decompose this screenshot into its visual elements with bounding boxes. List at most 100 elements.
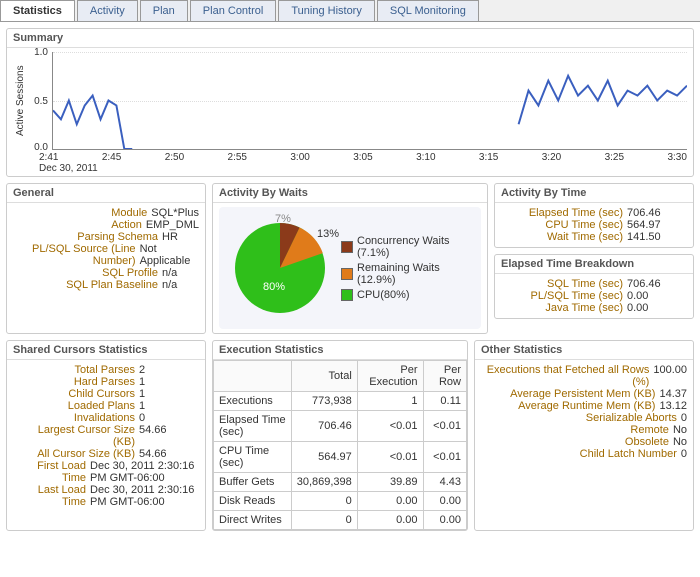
table-cell: <0.01 bbox=[423, 411, 466, 442]
kv-row: Java Time (sec)0.00 bbox=[501, 302, 687, 314]
table-cell: 706.46 bbox=[291, 411, 357, 442]
kv-label: Action bbox=[13, 219, 142, 231]
kv-label: PL/SQL Source (Line Number) bbox=[13, 243, 136, 267]
kv-label: Serializable Aborts bbox=[481, 412, 677, 424]
kv-value: 706.46 bbox=[627, 207, 661, 219]
exec-title: Execution Statistics bbox=[213, 341, 467, 360]
table-cell: Direct Writes bbox=[214, 511, 292, 530]
summary-panel: Summary Active Sessions 1.0 0.5 0.0 2:41… bbox=[6, 28, 694, 177]
kv-row: Hard Parses 1 bbox=[13, 376, 199, 388]
tab-plan[interactable]: Plan bbox=[140, 0, 188, 21]
kv-row: All Cursor Size (KB) 54.66 bbox=[13, 448, 199, 460]
kv-value: SQL*Plus bbox=[151, 207, 199, 219]
kv-value: 54.66 bbox=[139, 424, 167, 448]
kv-row: ObsoleteNo bbox=[481, 436, 687, 448]
breakdown-title: Elapsed Time Breakdown bbox=[495, 255, 693, 274]
table-cell: 1 bbox=[357, 392, 423, 411]
kv-label: Obsolete bbox=[481, 436, 669, 448]
kv-value: 54.66 bbox=[139, 448, 167, 460]
kv-row: First Load TimeDec 30, 2011 2:30:16 PM G… bbox=[13, 460, 199, 484]
table-cell: 0.00 bbox=[357, 492, 423, 511]
kv-label: Wait Time (sec) bbox=[501, 231, 623, 243]
table-header: Total bbox=[291, 361, 357, 392]
waits-title: Activity By Waits bbox=[213, 184, 487, 203]
tab-tuning-history[interactable]: Tuning History bbox=[278, 0, 375, 21]
table-cell: Disk Reads bbox=[214, 492, 292, 511]
tab-sql-monitoring[interactable]: SQL Monitoring bbox=[377, 0, 479, 21]
table-header: Per Row bbox=[423, 361, 466, 392]
kv-label: PL/SQL Time (sec) bbox=[501, 290, 623, 302]
kv-label: Module bbox=[13, 207, 147, 219]
kv-label: Average Persistent Mem (KB) bbox=[481, 388, 655, 400]
kv-label: All Cursor Size (KB) bbox=[13, 448, 135, 460]
pie-label-1: 7% bbox=[275, 213, 291, 225]
table-cell: 564.97 bbox=[291, 442, 357, 473]
summary-chart bbox=[52, 52, 687, 150]
kv-value: 0 bbox=[139, 412, 145, 424]
exec-panel: Execution Statistics TotalPer ExecutionP… bbox=[212, 340, 468, 531]
xdate: Dec 30, 2011 bbox=[39, 163, 687, 174]
tab-statistics[interactable]: Statistics bbox=[0, 0, 75, 21]
kv-row: PL/SQL Source (Line Number)Not Applicabl… bbox=[13, 243, 199, 267]
kv-label: Child Latch Number bbox=[481, 448, 677, 460]
bytime-panel: Activity By Time Elapsed Time (sec)706.4… bbox=[494, 183, 694, 248]
kv-label: Largest Cursor Size (KB) bbox=[13, 424, 135, 448]
kv-label: CPU Time (sec) bbox=[501, 219, 623, 231]
kv-value: 1 bbox=[139, 376, 145, 388]
kv-value: 100.00 bbox=[653, 364, 687, 388]
table-cell: 0.00 bbox=[423, 511, 466, 530]
kv-label: Parsing Schema bbox=[13, 231, 158, 243]
kv-value: Not Applicable bbox=[140, 243, 199, 267]
general-panel: General ModuleSQL*PlusActionEMP_DMLParsi… bbox=[6, 183, 206, 334]
tab-activity[interactable]: Activity bbox=[77, 0, 138, 21]
table-cell: Executions bbox=[214, 392, 292, 411]
table-cell: 4.43 bbox=[423, 473, 466, 492]
legend-color-icon bbox=[341, 268, 353, 280]
kv-value: HR bbox=[162, 231, 178, 243]
table-cell: 773,938 bbox=[291, 392, 357, 411]
kv-label: Elapsed Time (sec) bbox=[501, 207, 623, 219]
breakdown-panel: Elapsed Time Breakdown SQL Time (sec)706… bbox=[494, 254, 694, 319]
kv-label: SQL Profile bbox=[13, 267, 158, 279]
kv-value: 14.37 bbox=[659, 388, 687, 400]
kv-value: Dec 30, 2011 2:30:16 PM GMT-06:00 bbox=[90, 484, 199, 508]
kv-row: Remote No bbox=[481, 424, 687, 436]
kv-row: Largest Cursor Size (KB)54.66 bbox=[13, 424, 199, 448]
kv-row: PL/SQL Time (sec)0.00 bbox=[501, 290, 687, 302]
kv-label: Remote bbox=[481, 424, 669, 436]
ytick: 1.0 bbox=[28, 47, 48, 58]
kv-row: Average Persistent Mem (KB) 14.37 bbox=[481, 388, 687, 400]
kv-value: No bbox=[673, 424, 687, 436]
pie-label-2: 13% bbox=[317, 228, 339, 240]
table-cell: <0.01 bbox=[357, 442, 423, 473]
kv-value: 1 bbox=[139, 400, 145, 412]
ytick: 0.5 bbox=[28, 96, 48, 107]
kv-row: Parsing Schema HR bbox=[13, 231, 199, 243]
xticks: 2:41 2:45 2:50 2:55 3:00 3:05 3:10 3:15 … bbox=[39, 152, 687, 163]
table-cell: 0 bbox=[291, 511, 357, 530]
kv-row: Executions that Fetched all Rows (%)100.… bbox=[481, 364, 687, 388]
table-row: Elapsed Time (sec)706.46<0.01<0.01 bbox=[214, 411, 467, 442]
kv-row: Average Runtime Mem (KB)13.12 bbox=[481, 400, 687, 412]
table-cell: <0.01 bbox=[423, 442, 466, 473]
kv-row: Serializable Aborts0 bbox=[481, 412, 687, 424]
kv-value: n/a bbox=[162, 267, 177, 279]
kv-row: Total Parses2 bbox=[13, 364, 199, 376]
kv-value: 564.97 bbox=[627, 219, 661, 231]
legend-color-icon bbox=[341, 241, 353, 253]
table-cell: CPU Time (sec) bbox=[214, 442, 292, 473]
pie-label-3: 80% bbox=[263, 281, 285, 293]
kv-value: 0 bbox=[681, 448, 687, 460]
other-panel: Other Statistics Executions that Fetched… bbox=[474, 340, 694, 531]
tab-plan-control[interactable]: Plan Control bbox=[190, 0, 277, 21]
kv-value: n/a bbox=[162, 279, 177, 291]
kv-value: 141.50 bbox=[627, 231, 661, 243]
shared-title: Shared Cursors Statistics bbox=[7, 341, 205, 360]
tab-bar: Statistics Activity Plan Plan Control Tu… bbox=[0, 0, 700, 22]
kv-label: Executions that Fetched all Rows (%) bbox=[481, 364, 649, 388]
kv-label: Hard Parses bbox=[13, 376, 135, 388]
table-cell: 0.00 bbox=[357, 511, 423, 530]
table-row: CPU Time (sec)564.97<0.01<0.01 bbox=[214, 442, 467, 473]
kv-label: Java Time (sec) bbox=[501, 302, 623, 314]
shared-panel: Shared Cursors Statistics Total Parses2H… bbox=[6, 340, 206, 531]
